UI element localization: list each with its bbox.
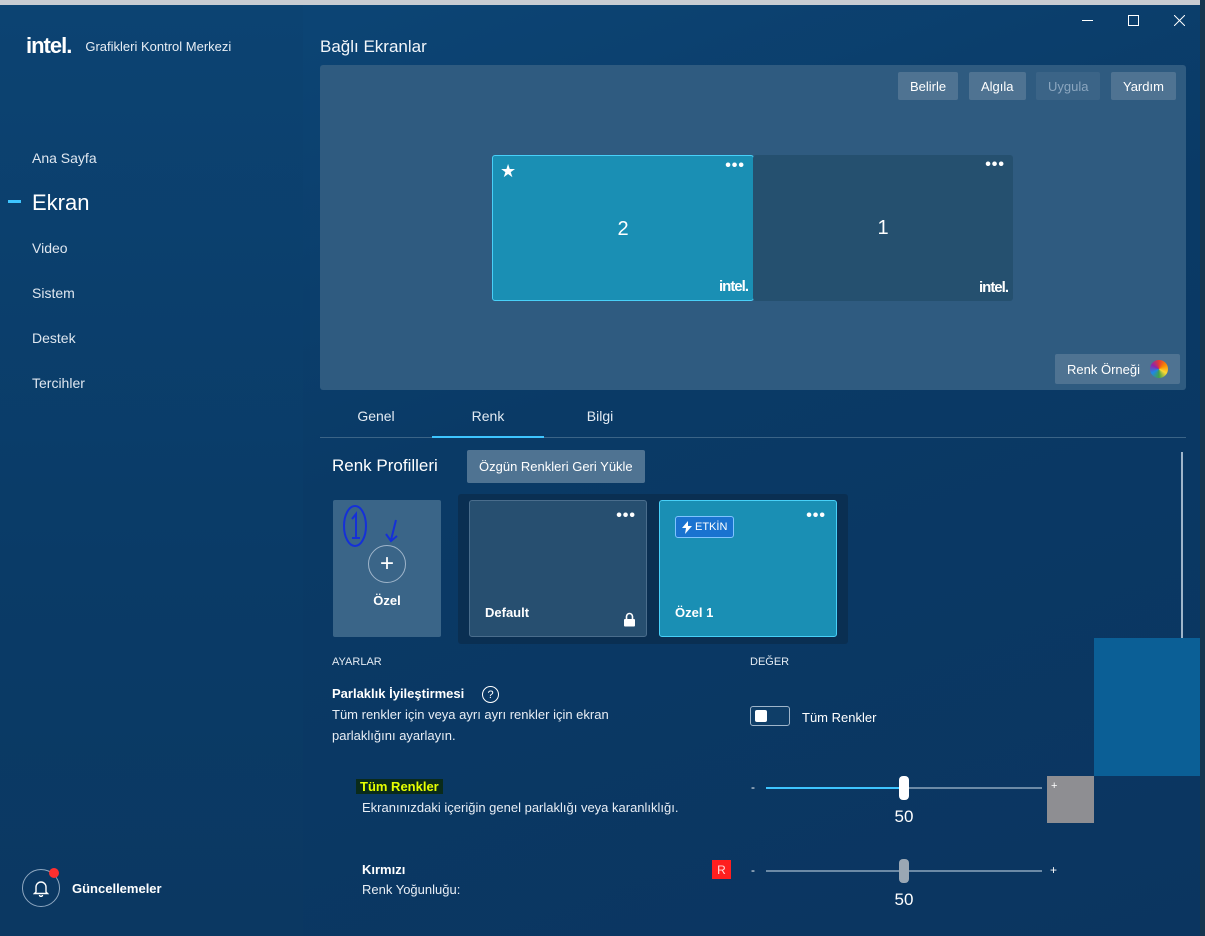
tab-general[interactable]: Genel bbox=[320, 408, 432, 424]
brightness-title: Parlaklık İyileştirmesi bbox=[332, 686, 465, 701]
display-tabs: Genel Renk Bilgi bbox=[320, 400, 1186, 438]
scrollbar[interactable] bbox=[1181, 452, 1183, 642]
background-block bbox=[1094, 638, 1200, 776]
profile-card-default[interactable]: ••• Default bbox=[469, 500, 647, 637]
add-custom-profile-card[interactable]: + Özel bbox=[333, 500, 441, 637]
lightning-icon bbox=[682, 520, 692, 534]
window-controls bbox=[1064, 10, 1202, 30]
app-title: Grafikleri Kontrol Merkezi bbox=[85, 38, 232, 54]
red-value: 50 bbox=[894, 890, 914, 909]
decrease-brightness[interactable]: - bbox=[751, 780, 755, 794]
brightness-description: Tüm renkler için veya ayrı ayrı renkler … bbox=[332, 704, 609, 746]
help-button[interactable]: Yardım bbox=[1111, 72, 1176, 100]
active-tab-underline bbox=[432, 436, 544, 438]
brightness-desc-line-1: Tüm renkler için veya ayrı ayrı renkler … bbox=[332, 707, 609, 722]
monitor-number: 1 bbox=[877, 217, 889, 239]
intel-logo: intel. bbox=[26, 33, 72, 58]
add-profile-label: Özel bbox=[373, 593, 401, 608]
connected-displays-title: Bağlı Ekranlar bbox=[320, 37, 427, 56]
apply-button[interactable]: Uygula bbox=[1036, 72, 1101, 100]
sidebar-item-preferences[interactable]: Tercihler bbox=[32, 375, 85, 391]
close-button[interactable] bbox=[1156, 10, 1202, 30]
color-sample-label: Renk Örneği bbox=[1067, 361, 1140, 377]
all-colors-description: Ekranınızdaki içeriğin genel parlaklığı … bbox=[362, 800, 679, 815]
plus-icon[interactable]: + bbox=[368, 545, 406, 583]
star-icon: ★ bbox=[500, 161, 517, 181]
updates-button[interactable]: Güncellemeler bbox=[22, 868, 162, 907]
brightness-desc-line-2: parlaklığını ayarlayın. bbox=[332, 728, 456, 743]
display-arrangement-panel: Belirle Algıla Uygula Yardım ★ ••• 2 int… bbox=[320, 65, 1186, 390]
profile-list: ••• Default ETKİN ••• Özel 1 bbox=[458, 494, 848, 644]
profile-name: Default bbox=[485, 605, 530, 620]
intel-logo: intel. bbox=[978, 279, 1009, 296]
red-channel-badge: R bbox=[712, 860, 731, 879]
sidebar-item-video[interactable]: Video bbox=[32, 240, 68, 256]
all-colors-slider[interactable] bbox=[766, 776, 1042, 800]
help-icon[interactable]: ? bbox=[482, 686, 499, 703]
all-colors-toggle-label: Tüm Renkler bbox=[802, 710, 877, 725]
sidebar: intel. Grafikleri Kontrol Merkezi Ana Sa… bbox=[0, 5, 303, 936]
active-badge-label: ETKİN bbox=[695, 521, 728, 533]
tab-color[interactable]: Renk bbox=[432, 408, 544, 424]
more-options-icon[interactable]: ••• bbox=[616, 507, 636, 525]
slider-thumb[interactable] bbox=[899, 859, 909, 883]
sidebar-item-home[interactable]: Ana Sayfa bbox=[32, 150, 97, 166]
monitor-1[interactable]: ••• 1 intel. bbox=[753, 155, 1013, 301]
identify-button[interactable]: Belirle bbox=[898, 72, 959, 100]
app-window: intel. Grafikleri Kontrol Merkezi Ana Sa… bbox=[0, 0, 1205, 936]
brand: intel. Grafikleri Kontrol Merkezi bbox=[26, 33, 231, 59]
intel-logo: intel. bbox=[718, 278, 749, 295]
settings-column-header: AYARLAR bbox=[332, 656, 382, 668]
increase-brightness[interactable]: + bbox=[1051, 780, 1057, 792]
value-column-header: DEĞER bbox=[750, 656, 790, 668]
all-colors-title: Tüm Renkler bbox=[356, 779, 443, 794]
all-colors-toggle[interactable] bbox=[750, 706, 790, 726]
toggle-knob bbox=[755, 710, 767, 722]
more-options-icon[interactable]: ••• bbox=[985, 156, 1005, 174]
more-options-icon[interactable]: ••• bbox=[806, 507, 826, 525]
red-description: Renk Yoğunluğu: bbox=[362, 882, 461, 897]
sidebar-item-support[interactable]: Destek bbox=[32, 330, 76, 346]
slider-fill bbox=[766, 787, 904, 789]
profile-name: Özel 1 bbox=[675, 605, 714, 620]
lock-icon bbox=[624, 612, 635, 627]
active-nav-marker bbox=[8, 200, 21, 203]
monitor-number: 2 bbox=[617, 218, 629, 240]
color-profiles-title: Renk Profilleri bbox=[332, 456, 438, 475]
red-title: Kırmızı bbox=[362, 862, 406, 877]
notification-dot bbox=[49, 868, 59, 878]
red-slider[interactable] bbox=[766, 859, 1042, 883]
slider-thumb[interactable] bbox=[899, 776, 909, 800]
tab-info[interactable]: Bilgi bbox=[544, 408, 656, 424]
color-preview-box: + bbox=[1047, 776, 1094, 823]
color-sample-button[interactable]: Renk Örneği bbox=[1055, 354, 1180, 384]
profile-card-custom-1[interactable]: ETKİN ••• Özel 1 bbox=[659, 500, 837, 637]
more-options-icon[interactable]: ••• bbox=[725, 157, 745, 175]
sidebar-item-display[interactable]: Ekran bbox=[32, 190, 89, 216]
highlighted-text: Tüm Renkler bbox=[356, 779, 443, 794]
maximize-button[interactable] bbox=[1110, 10, 1156, 30]
monitor-2[interactable]: ★ ••• 2 intel. bbox=[492, 155, 754, 301]
minimize-button[interactable] bbox=[1064, 10, 1110, 30]
bell-icon[interactable] bbox=[22, 868, 60, 907]
decrease-red[interactable]: - bbox=[751, 863, 755, 877]
active-badge: ETKİN bbox=[675, 516, 735, 538]
restore-colors-button[interactable]: Özgün Renkleri Geri Yükle bbox=[467, 450, 645, 483]
updates-label: Güncellemeler bbox=[72, 880, 162, 896]
sidebar-item-system[interactable]: Sistem bbox=[32, 285, 75, 301]
increase-red[interactable]: + bbox=[1050, 863, 1057, 877]
detect-button[interactable]: Algıla bbox=[969, 72, 1026, 100]
color-wheel-icon bbox=[1150, 360, 1168, 378]
window-edge bbox=[1200, 0, 1205, 936]
all-colors-value: 50 bbox=[894, 807, 914, 826]
